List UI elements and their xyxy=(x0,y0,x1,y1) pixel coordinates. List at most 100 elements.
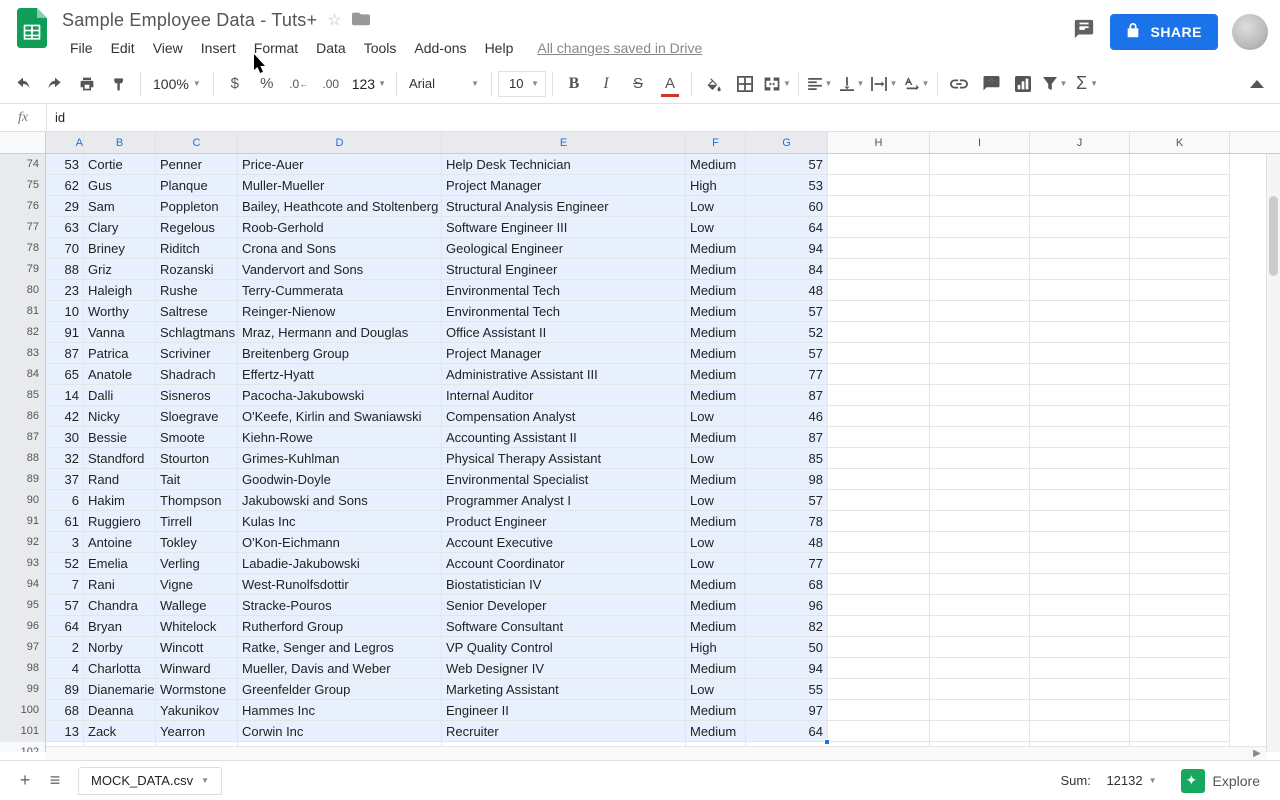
cell[interactable] xyxy=(828,175,930,196)
cell[interactable] xyxy=(930,490,1030,511)
cell[interactable]: Patrica xyxy=(84,343,156,364)
row-header[interactable]: 86 xyxy=(0,406,46,427)
cell[interactable]: 61 xyxy=(46,511,84,532)
col-header-A[interactable]: A xyxy=(46,132,84,153)
cell[interactable]: Product Engineer xyxy=(442,511,686,532)
select-all-corner[interactable] xyxy=(0,132,46,153)
menu-edit[interactable]: Edit xyxy=(103,36,143,60)
cell[interactable] xyxy=(828,343,930,364)
cell[interactable]: Wallege xyxy=(156,595,238,616)
cell[interactable]: Medium xyxy=(686,364,746,385)
cell[interactable]: Chandra xyxy=(84,595,156,616)
cell[interactable]: Zack xyxy=(84,721,156,742)
row-header[interactable]: 87 xyxy=(0,427,46,448)
cell[interactable] xyxy=(1130,406,1230,427)
cell[interactable] xyxy=(930,448,1030,469)
cell[interactable]: Software Consultant xyxy=(442,616,686,637)
cell[interactable]: Hammes Inc xyxy=(238,700,442,721)
merge-cells-button[interactable]: ▼ xyxy=(762,69,792,99)
cell[interactable]: High xyxy=(686,175,746,196)
cell[interactable]: 60 xyxy=(746,196,828,217)
cell[interactable]: Goodwin-Doyle xyxy=(238,469,442,490)
doc-title[interactable]: Sample Employee Data - Tuts+ xyxy=(62,10,317,31)
cell[interactable]: Medium xyxy=(686,574,746,595)
cell[interactable] xyxy=(828,385,930,406)
row-header[interactable]: 91 xyxy=(0,511,46,532)
cell[interactable]: 50 xyxy=(746,637,828,658)
row-header[interactable]: 79 xyxy=(0,259,46,280)
cell[interactable] xyxy=(930,637,1030,658)
cell[interactable]: Accounting Assistant II xyxy=(442,427,686,448)
text-wrap-button[interactable]: ▼ xyxy=(869,69,899,99)
cell[interactable]: Rani xyxy=(84,574,156,595)
cell[interactable]: Structural Engineer xyxy=(442,259,686,280)
cell[interactable]: Ruggiero xyxy=(84,511,156,532)
cell[interactable] xyxy=(1030,574,1130,595)
cell[interactable] xyxy=(1030,364,1130,385)
col-header-F[interactable]: F xyxy=(686,132,746,153)
cell[interactable]: Anatole xyxy=(84,364,156,385)
cell[interactable]: Rutherford Group xyxy=(238,616,442,637)
cell[interactable]: Smoote xyxy=(156,427,238,448)
cell[interactable]: 53 xyxy=(46,154,84,175)
cell[interactable]: Low xyxy=(686,679,746,700)
cell[interactable] xyxy=(930,154,1030,175)
row-header[interactable]: 89 xyxy=(0,469,46,490)
row-header[interactable]: 94 xyxy=(0,574,46,595)
cell[interactable]: Medium xyxy=(686,469,746,490)
cell[interactable] xyxy=(828,679,930,700)
cell[interactable] xyxy=(828,595,930,616)
cell[interactable]: Wincott xyxy=(156,637,238,658)
cell[interactable]: O'Kon-Eichmann xyxy=(238,532,442,553)
menu-data[interactable]: Data xyxy=(308,36,354,60)
cell[interactable]: Sisneros xyxy=(156,385,238,406)
cell[interactable] xyxy=(1030,490,1130,511)
cell[interactable]: Cortie xyxy=(84,154,156,175)
cell[interactable]: 57 xyxy=(746,154,828,175)
cell[interactable] xyxy=(1030,280,1130,301)
cell[interactable]: Medium xyxy=(686,259,746,280)
explore-button[interactable]: Explore xyxy=(1171,763,1270,799)
cell[interactable] xyxy=(1130,721,1230,742)
cell[interactable]: 23 xyxy=(46,280,84,301)
cell[interactable]: Schlagtmans xyxy=(156,322,238,343)
cell[interactable]: 89 xyxy=(46,679,84,700)
cell[interactable]: Medium xyxy=(686,616,746,637)
cell[interactable] xyxy=(828,721,930,742)
sheet-tab[interactable]: MOCK_DATA.csv ▼ xyxy=(78,767,222,795)
cell[interactable]: Muller-Mueller xyxy=(238,175,442,196)
cell[interactable] xyxy=(930,364,1030,385)
cell[interactable] xyxy=(828,301,930,322)
cell[interactable] xyxy=(930,217,1030,238)
cell[interactable] xyxy=(930,238,1030,259)
menu-view[interactable]: View xyxy=(145,36,191,60)
cell[interactable]: Tirrell xyxy=(156,511,238,532)
row-header[interactable]: 84 xyxy=(0,364,46,385)
cell[interactable] xyxy=(1030,448,1130,469)
cell[interactable] xyxy=(1030,406,1130,427)
cell[interactable] xyxy=(828,616,930,637)
cell[interactable]: 3 xyxy=(46,532,84,553)
cell[interactable]: 91 xyxy=(46,322,84,343)
move-folder-icon[interactable] xyxy=(352,10,370,31)
cell[interactable]: Medium xyxy=(686,385,746,406)
cell[interactable]: Office Assistant II xyxy=(442,322,686,343)
cell[interactable]: Briney xyxy=(84,238,156,259)
selection-handle[interactable] xyxy=(824,739,830,745)
cell[interactable] xyxy=(1130,553,1230,574)
cell[interactable]: Standford xyxy=(84,448,156,469)
cell[interactable]: 52 xyxy=(746,322,828,343)
cell[interactable]: Recruiter xyxy=(442,721,686,742)
sheets-logo[interactable] xyxy=(12,8,52,48)
cell[interactable]: Saltrese xyxy=(156,301,238,322)
cell[interactable] xyxy=(1030,238,1130,259)
row-header[interactable]: 74 xyxy=(0,154,46,175)
cell[interactable]: Medium xyxy=(686,154,746,175)
cell[interactable]: Stracke-Pouros xyxy=(238,595,442,616)
cell[interactable] xyxy=(828,658,930,679)
col-header-G[interactable]: G xyxy=(746,132,828,153)
cell[interactable]: 70 xyxy=(46,238,84,259)
cell[interactable]: VP Quality Control xyxy=(442,637,686,658)
cell[interactable]: 52 xyxy=(46,553,84,574)
all-sheets-button[interactable]: ≡ xyxy=(40,766,70,796)
